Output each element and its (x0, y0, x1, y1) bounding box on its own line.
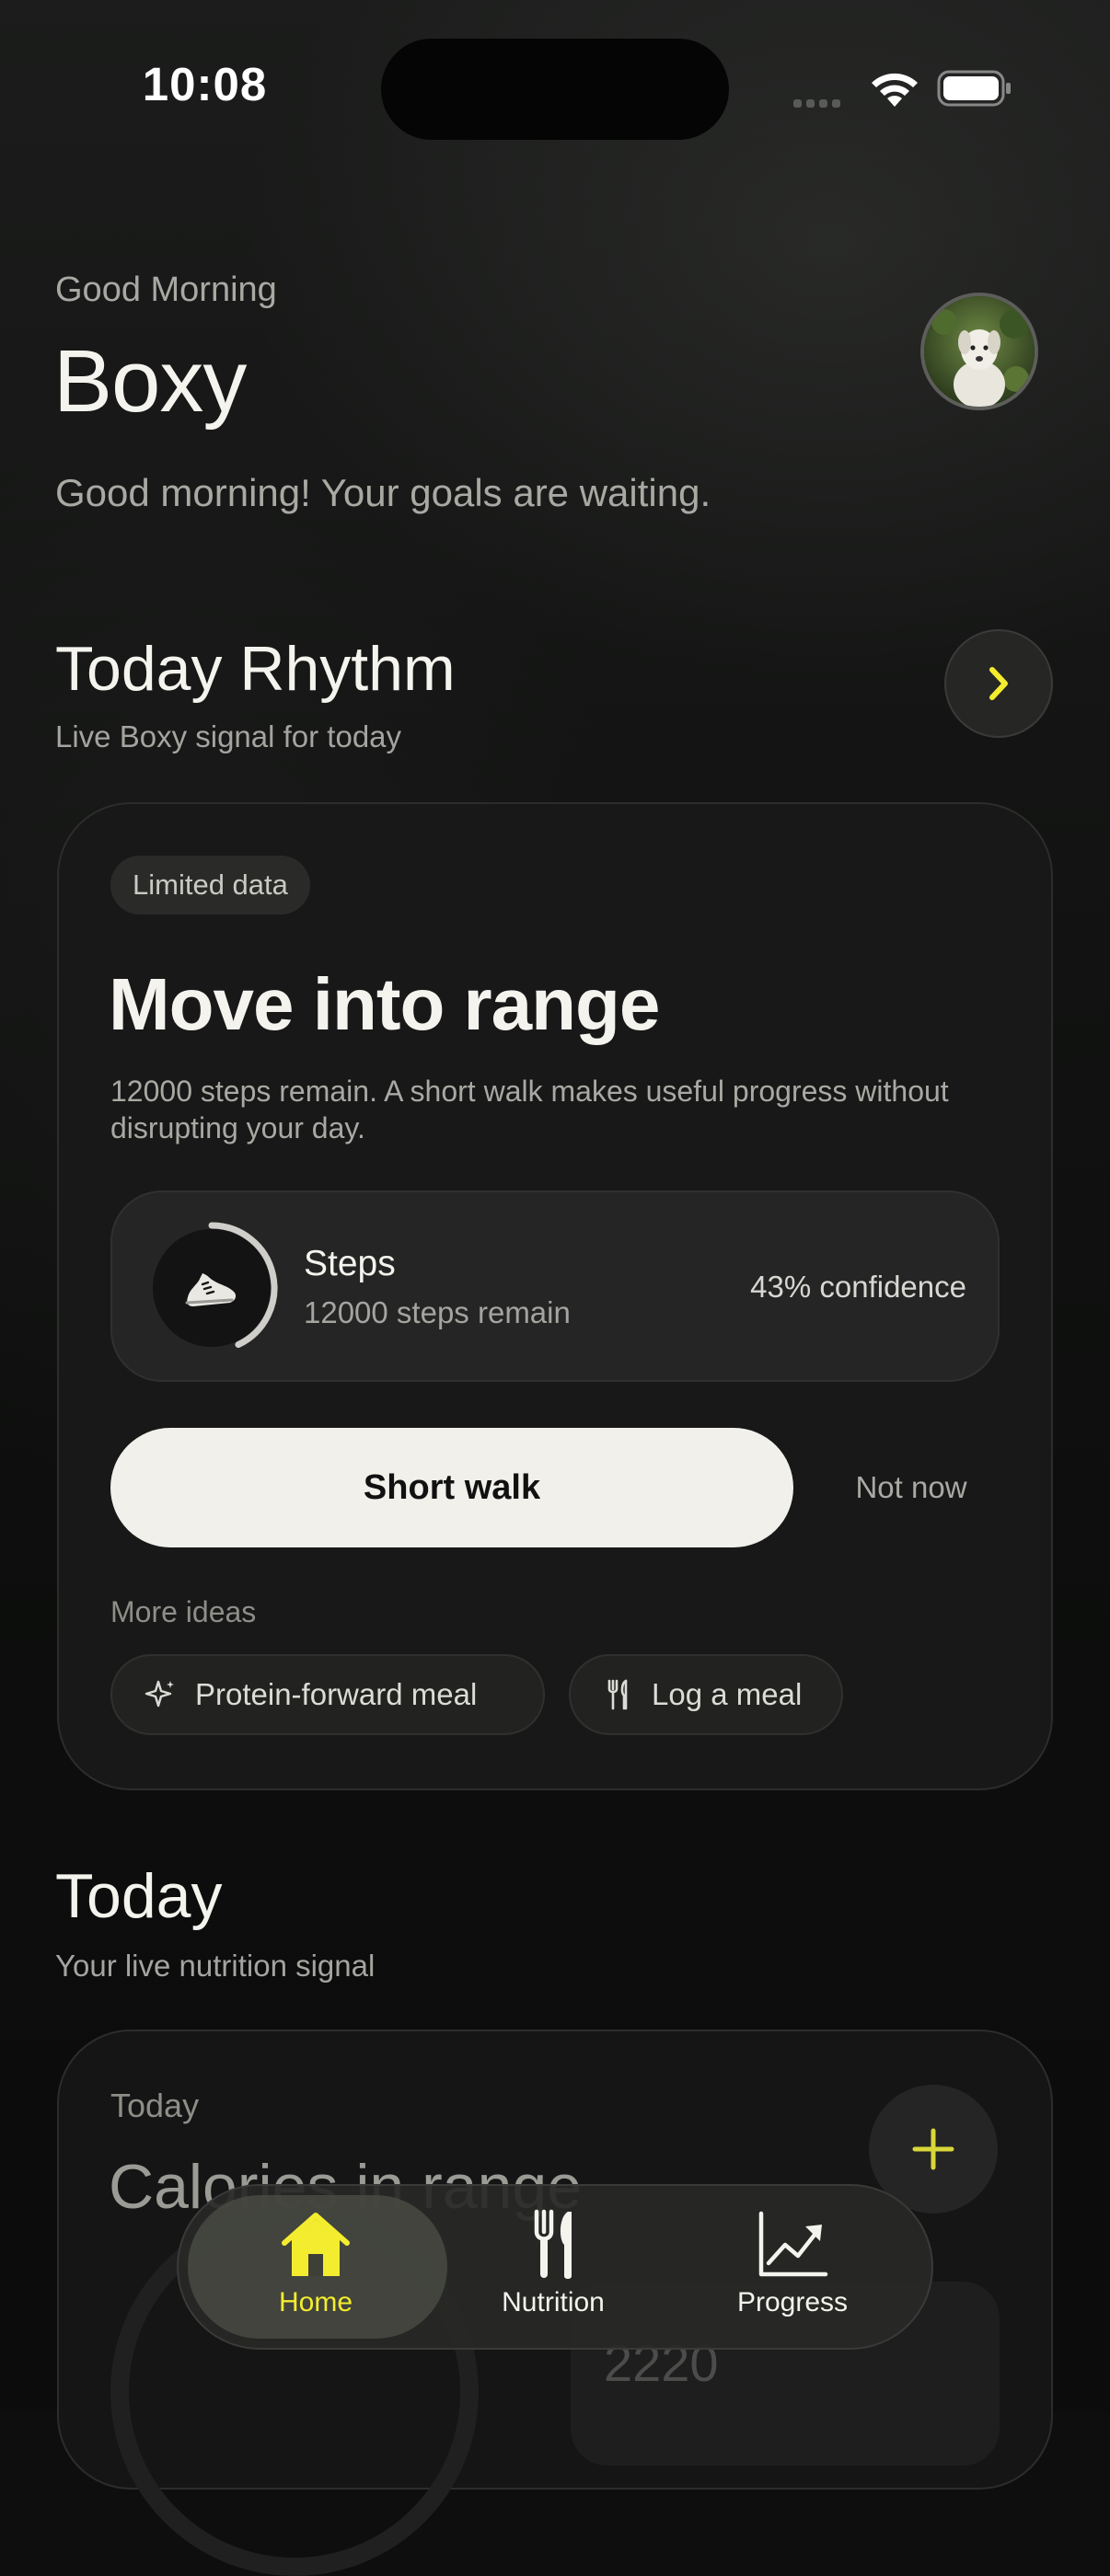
confidence-value: 43% confidence (750, 1270, 966, 1304)
section-subtitle-today: Your live nutrition signal (55, 1949, 376, 1983)
more-ideas-label: More ideas (110, 1595, 257, 1628)
dog-avatar-icon (924, 296, 1035, 407)
idea-chip-log-meal[interactable]: Log a meal (569, 1654, 843, 1735)
header-subtitle: Good morning! Your goals are waiting. (55, 471, 711, 514)
steps-remaining: 12000 steps remain (304, 1295, 571, 1329)
section-title-today: Today (55, 1861, 223, 1931)
steps-progress-ring (153, 1222, 278, 1349)
short-walk-button[interactable]: Short walk (110, 1428, 793, 1547)
data-quality-badge: Limited data (110, 856, 310, 914)
section-subtitle-rhythm: Live Boxy signal for today (55, 719, 402, 753)
section-title-rhythm: Today Rhythm (55, 634, 456, 704)
nutrition-card-label: Today (110, 2087, 200, 2124)
steps-label: Steps (304, 1244, 396, 1283)
tab-label: Nutrition (502, 2287, 605, 2317)
tab-label: Home (278, 2287, 353, 2317)
open-rhythm-button[interactable] (944, 629, 1053, 738)
user-name: Boxy (53, 332, 247, 431)
sparkle-icon (145, 1680, 174, 1708)
not-now-button[interactable]: Not now (810, 1428, 1012, 1547)
battery-icon (937, 70, 1011, 107)
chevron-right-icon (989, 667, 1008, 700)
greeting: Good Morning (55, 270, 277, 309)
wifi-icon (872, 73, 918, 107)
trend-chart-icon (758, 2211, 828, 2277)
utensils-icon (607, 1679, 628, 1710)
home-icon (282, 2213, 350, 2276)
avatar[interactable] (920, 293, 1038, 410)
tab-label: Progress (736, 2287, 849, 2317)
fork-knife-icon (534, 2209, 572, 2279)
idea-chip-label: Protein-forward meal (195, 1677, 478, 1711)
card-description: 12000 steps remain. A short walk makes u… (110, 1075, 949, 1144)
status-time: 10:08 (142, 58, 268, 110)
dynamic-island (381, 39, 729, 140)
tab-home[interactable]: Home (201, 2208, 431, 2318)
card-title: Move into range (109, 963, 660, 1045)
idea-chip-label: Log a meal (652, 1677, 803, 1711)
tab-nutrition[interactable]: Nutrition (438, 2208, 668, 2318)
idea-chip-protein-meal[interactable]: Protein-forward meal (110, 1654, 545, 1735)
tab-progress[interactable]: Progress (677, 2208, 908, 2318)
cellular-signal-icon (793, 96, 849, 109)
